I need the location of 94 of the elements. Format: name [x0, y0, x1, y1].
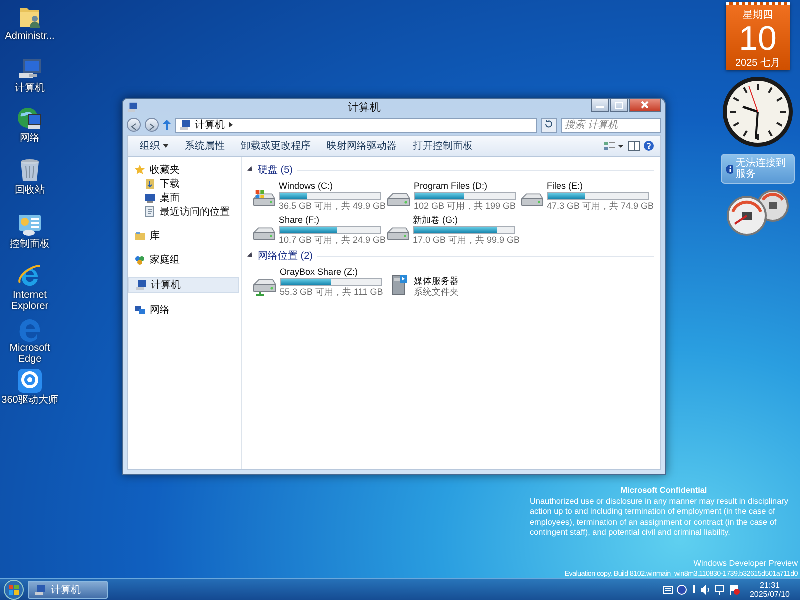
computer-icon [127, 102, 138, 112]
refresh-button[interactable] [541, 118, 557, 132]
product-name: Windows Developer Preview [692, 558, 798, 569]
calendar-gadget[interactable]: 星期四 10 2025 七月 [726, 2, 790, 70]
desktop-icon-label[interactable]: 网络 [20, 133, 40, 144]
nav-item[interactable]: 收藏夹 [128, 163, 241, 177]
nav-item[interactable]: 库 [128, 229, 241, 243]
group-header[interactable]: 硬盘 (5) [258, 163, 293, 177]
calendar-weekday: 星期四 [743, 8, 773, 22]
drive-tile[interactable]: Windows (C:) 36.5 GB 可用，共 49.9 GB [252, 181, 386, 211]
notice-text: Unauthorized use or disclosure in any manner may result in disciplinary action up to and including termination of employment (in the case of employees), termination of an assignment or contract (in the case of contingent staff), and potential civil and criminal liability. [530, 496, 790, 538]
drive-detail: 17.0 GB 可用，共 99.9 GB [412, 235, 520, 245]
drive-name: OrayBox Share (Z:) [280, 267, 360, 277]
group-header[interactable]: 网络位置 (2) [258, 249, 313, 263]
computer-icon [135, 279, 147, 291]
drive-tile[interactable]: Files (E:) 47.3 GB 可用，共 74.9 GB [520, 181, 654, 211]
chevron-icon [229, 122, 233, 128]
back-button[interactable] [127, 118, 141, 132]
computer-icon [33, 584, 47, 596]
ie-logo-icon [17, 263, 43, 289]
search-field[interactable]: 搜索 计算机 [561, 118, 661, 132]
start-orb-icon[interactable] [4, 580, 24, 600]
nav-item[interactable]: 下载 [128, 177, 241, 191]
drive-detail: 36.5 GB 可用，共 49.9 GB [278, 201, 386, 211]
drive-detail: 102 GB 可用，共 199 GB [414, 201, 516, 211]
up-arrow-icon[interactable] [163, 120, 171, 130]
info-icon [726, 164, 733, 174]
address-bar[interactable]: 计算机 [175, 118, 537, 132]
drive-detail: 55.3 GB 可用，共 111 GB [280, 287, 384, 297]
flag-icon[interactable] [730, 584, 740, 594]
drive-detail: 47.3 GB 可用，共 74.9 GB [546, 201, 654, 211]
calendar-month: 2025 七月 [735, 56, 781, 70]
nav-item[interactable]: 桌面 [128, 191, 241, 205]
maximize-button[interactable] [610, 99, 628, 112]
preview-pane-icon[interactable] [628, 141, 640, 151]
network-globe-icon [17, 106, 43, 132]
drive-tile[interactable]: Program Files (D:) 102 GB 可用，共 199 GB [386, 181, 520, 211]
computer-icon [179, 119, 191, 131]
drive-name: Share (F:) [278, 215, 320, 225]
toolbar-button[interactable]: 卸载或更改程序 [235, 137, 317, 155]
keyboard-icon[interactable] [662, 586, 673, 594]
desktop-icon-label[interactable]: Microsoft Edge [0, 343, 60, 365]
cpu-meter-drawing[interactable] [725, 190, 791, 236]
close-icon [641, 101, 649, 109]
close-button[interactable] [629, 99, 661, 112]
help-icon[interactable] [644, 141, 654, 151]
control-panel-icon [17, 212, 43, 238]
drive-detail: 10.7 GB 可用，共 24.9 GB [278, 235, 386, 245]
maximize-icon [615, 102, 623, 108]
clock-time[interactable]: 21:31 [760, 580, 780, 590]
toolbar-button[interactable]: 打开控制面板 [407, 137, 479, 155]
nav-item[interactable]: 家庭组 [128, 253, 241, 267]
analog-clock-drawing[interactable] [722, 76, 794, 148]
drive-name: 新加卷 (G:) [412, 215, 459, 225]
forward-button[interactable] [145, 118, 159, 132]
document-icon [144, 206, 156, 218]
drive-tile[interactable]: 媒体服务器 系统文件夹 [386, 267, 520, 297]
desktop-icon-label[interactable]: Administr... [5, 31, 55, 42]
star-icon [134, 164, 146, 176]
drive-tile[interactable]: Share (F:) 10.7 GB 可用，共 24.9 GB [252, 215, 386, 245]
toolbar-button[interactable]: 组织 [134, 137, 175, 155]
drive-name: Windows (C:) [278, 181, 334, 191]
desktop-icon-label[interactable]: 计算机 [15, 83, 45, 94]
notice-title: Microsoft Confidential [620, 486, 708, 496]
nav-item[interactable]: 最近访问的位置 [128, 205, 241, 219]
network-status-icon[interactable] [714, 584, 726, 594]
gadget-message: 无法连接到服务 [736, 158, 787, 180]
speaker-icon[interactable] [700, 584, 711, 594]
window-title: 计算机 [347, 100, 382, 114]
nav-item[interactable]: 计算机 [128, 277, 239, 293]
caret-icon [163, 144, 169, 148]
refresh-icon [545, 120, 553, 128]
minimize-button[interactable] [591, 99, 609, 112]
drive-name: Program Files (D:) [414, 181, 489, 191]
drive-name: Files (E:) [546, 181, 584, 191]
desktop-icon-label[interactable]: 360驱动大师 [2, 395, 58, 406]
download-folder-icon [144, 178, 156, 190]
clock-date[interactable]: 2025/07/10 [750, 590, 790, 598]
desktop-icon-label[interactable]: 回收站 [15, 185, 45, 196]
network-icon [134, 304, 146, 316]
toolbar-button[interactable]: 映射网络驱动器 [321, 137, 403, 155]
desktop-icon-label[interactable]: 控制面板 [10, 239, 50, 250]
toolbar-button[interactable]: 系统属性 [179, 137, 231, 155]
desktop-icon-label[interactable]: Internet Explorer [0, 290, 60, 312]
drive-tile[interactable]: OrayBox Share (Z:) 55.3 GB 可用，共 111 GB [252, 267, 386, 297]
drive-detail: 系统文件夹 [414, 287, 459, 297]
folder-icon [134, 230, 146, 242]
nav-item[interactable]: 网络 [128, 303, 241, 317]
people-icon [134, 254, 146, 266]
view-options-icon[interactable] [604, 141, 624, 151]
monitor-icon [144, 192, 156, 204]
calendar-day: 10 [739, 22, 777, 56]
drive-tile[interactable]: 新加卷 (G:) 17.0 GB 可用，共 99.9 GB [386, 215, 520, 245]
drive-name: 媒体服务器 [414, 276, 459, 286]
